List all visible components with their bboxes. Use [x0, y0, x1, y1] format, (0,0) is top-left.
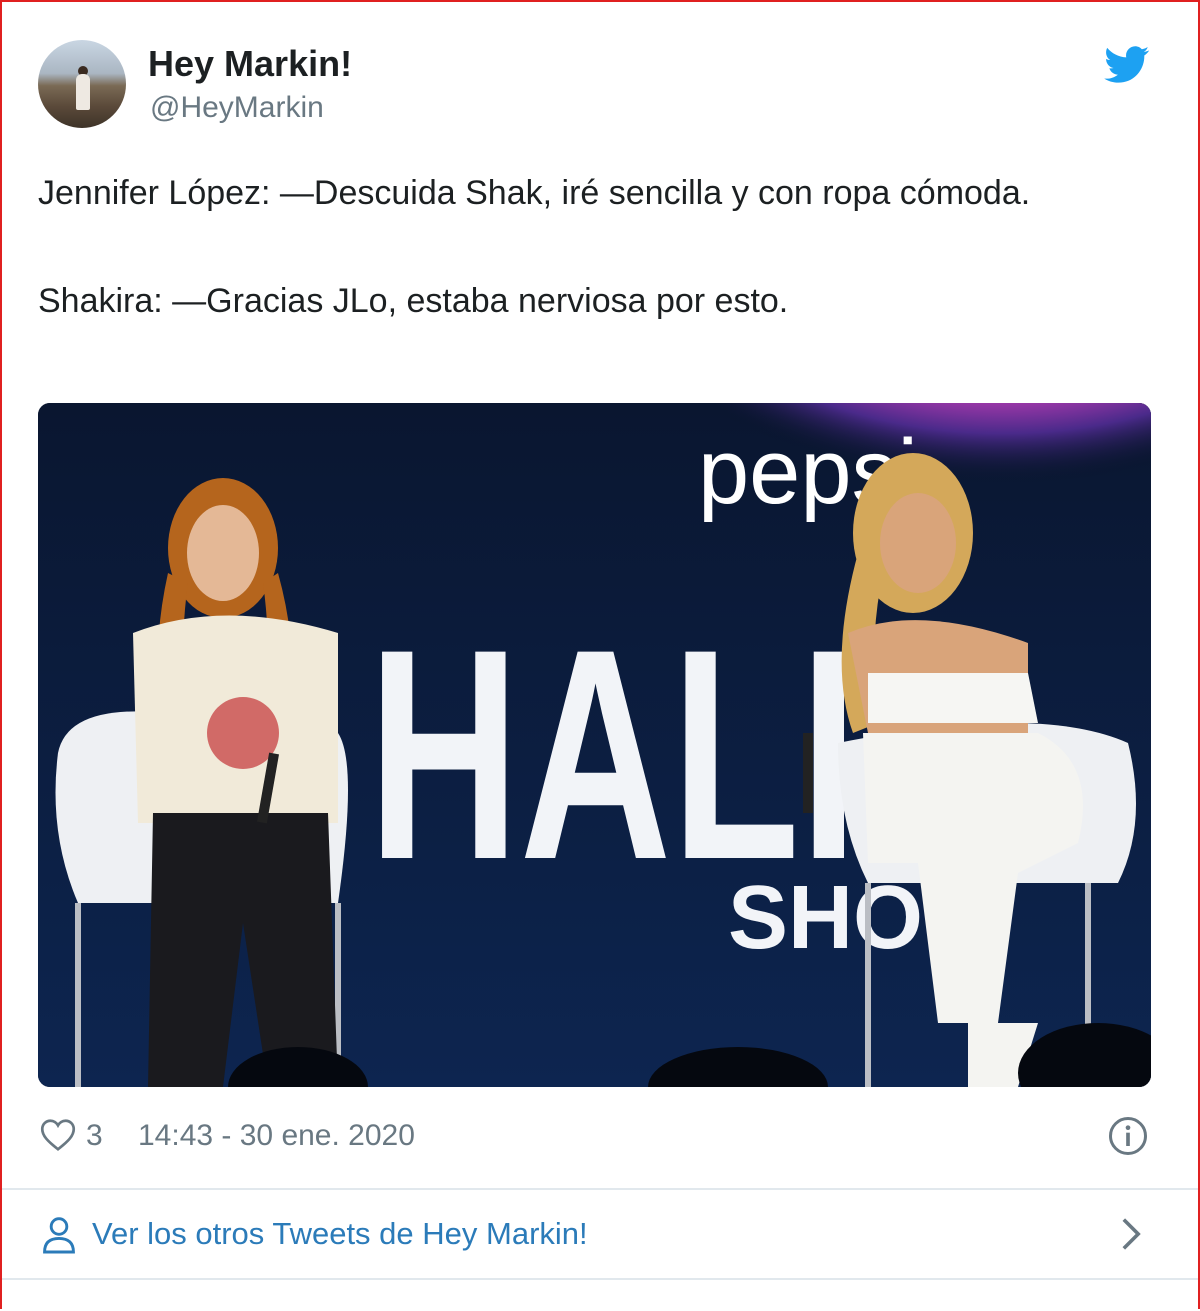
tweet-text-line-2: Shakira: —Gracias JLo, estaba nerviosa p… [38, 282, 789, 320]
info-icon[interactable] [1108, 1116, 1148, 1156]
heart-icon[interactable] [40, 1118, 76, 1152]
divider-bottom [2, 1278, 1198, 1280]
chevron-right-icon [1122, 1218, 1141, 1250]
embed-frame: Hey Markin! @HeyMarkin Jennifer López: —… [0, 0, 1200, 1309]
timestamp[interactable]: 14:43 - 30 ene. 2020 [138, 1116, 415, 1156]
photo-illustration: pepsi HALF SHO [38, 403, 1151, 1087]
tweet-text-line-1: Jennifer López: —Descuida Shak, iré senc… [38, 174, 1031, 212]
twitter-bird-icon[interactable] [1104, 46, 1150, 84]
tweet-photo[interactable]: pepsi HALF SHO [38, 403, 1151, 1087]
tweet-text: Jennifer López: —Descuida Shak, iré senc… [38, 166, 1148, 328]
tweet-card: Hey Markin! @HeyMarkin Jennifer López: —… [2, 2, 1198, 1311]
author-name[interactable]: Hey Markin! [148, 42, 352, 86]
author-handle[interactable]: @HeyMarkin [150, 88, 324, 128]
person-icon [43, 1217, 75, 1254]
like-count[interactable]: 3 [86, 1116, 103, 1156]
avatar[interactable] [38, 40, 126, 128]
more-tweets-link[interactable]: Ver los otros Tweets de Hey Markin! [2, 1190, 1198, 1278]
avatar-figure-body [76, 74, 90, 110]
more-tweets-label[interactable]: Ver los otros Tweets de Hey Markin! [92, 1212, 588, 1256]
